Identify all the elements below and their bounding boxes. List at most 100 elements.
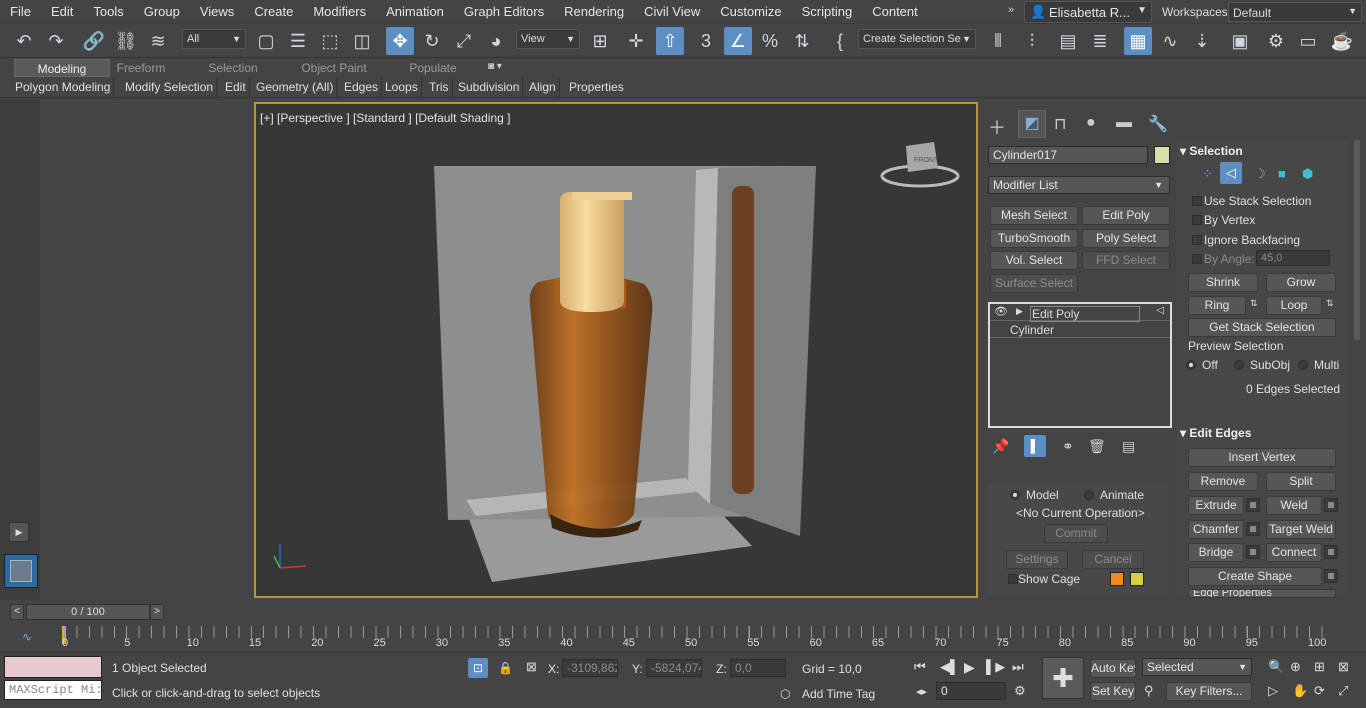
border-mode-icon[interactable]: ☽ [1254,166,1266,182]
vol-select-button[interactable]: Vol. Select [990,251,1078,270]
tab-populate[interactable]: Populate [404,59,462,77]
pivot-point-icon[interactable]: ⊞ [586,27,614,55]
ribbon-loops[interactable]: Loops [382,78,422,97]
track-bar[interactable]: ∿ 0 5 10 15 20 25 30 35 40 45 50 55 60 65 70 75 80 85 90 95… [0,622,1366,652]
workspace-select[interactable]: Default ▼ [1228,2,1362,22]
menu-create[interactable]: Create [244,0,303,24]
previous-frame-icon[interactable]: ◀▌ [940,659,959,675]
view-cube[interactable]: FRONT [880,142,960,188]
menu-rendering[interactable]: Rendering [554,0,634,24]
modify-tab-icon[interactable]: ◩ [1018,110,1046,138]
ribbon-polygon-modeling[interactable]: Polygon Modeling [12,78,115,97]
shrink-button[interactable]: Shrink [1188,273,1258,292]
select-and-rotate-icon[interactable]: ↻ [418,27,446,55]
eye-icon[interactable]: 👁 [994,305,1008,318]
expand-panel-button[interactable]: ▶ [9,522,29,542]
add-time-tag-button[interactable]: Add Time Tag [802,687,875,701]
select-by-name-icon[interactable]: ☰ [284,27,312,55]
z-coordinate-field[interactable]: 0,0 [730,659,786,677]
layer-explorer-icon[interactable]: ≣ [1086,27,1114,55]
menu-customize[interactable]: Customize [710,0,791,24]
render-production-icon[interactable]: ☕ [1328,27,1356,55]
manipulate-icon[interactable]: ✛ [622,27,650,55]
menu-tools[interactable]: Tools [83,0,133,24]
zoom-icon[interactable]: 🔍 [1268,659,1284,675]
weld-button[interactable]: Weld [1266,496,1322,515]
stack-item-edit-poly[interactable]: 👁 ▶ Edit Poly ◁ [990,305,1170,322]
preview-multi-radio[interactable] [1298,360,1308,370]
set-keys-icon[interactable]: ✚ [1042,657,1084,699]
rendered-frame-window-icon[interactable]: ▭ [1294,27,1322,55]
make-unique-icon[interactable]: ⚭ [1062,438,1074,455]
poly-select-button[interactable]: Poly Select [1082,229,1170,248]
angle-snap-icon[interactable]: ∠ [724,27,752,55]
prev-frame-button[interactable]: < [10,604,24,620]
menu-graph-editors[interactable]: Graph Editors [454,0,554,24]
auto-key-button[interactable]: Auto Key [1090,659,1136,678]
object-color-swatch[interactable] [1154,146,1170,164]
mesh-select-button[interactable]: Mesh Select [990,206,1078,225]
maximize-viewport-icon[interactable]: ⤢ [1338,683,1348,699]
select-and-move-icon[interactable]: ✥ [386,27,414,55]
by-vertex-checkbox[interactable] [1192,215,1202,225]
render-setup-icon[interactable]: ⚙ [1262,27,1290,55]
ribbon-subdivision[interactable]: Subdivision [455,78,524,97]
zoom-extents-icon[interactable]: ⊞ [1314,659,1325,675]
window-crossing-icon[interactable]: ◫ [348,27,376,55]
connect-button[interactable]: Connect [1266,543,1322,562]
create-shape-settings-icon[interactable] [1324,569,1338,583]
edit-edges-rollout-title[interactable]: ▾ Edit Edges [1180,426,1251,440]
menu-modifiers[interactable]: Modifiers [303,0,376,24]
edge-mode-icon[interactable]: ◁ [1220,162,1242,184]
user-account-button[interactable]: 👤 Elisabetta R... ▼ [1024,1,1152,23]
zoom-all-icon[interactable]: ⊕ [1290,659,1301,675]
key-mode-toggle-icon[interactable]: ◂▸ [916,685,927,698]
menu-civil-view[interactable]: Civil View [634,0,710,24]
chamfer-button[interactable]: Chamfer [1188,520,1244,539]
material-editor-icon[interactable]: ▣ [1226,27,1254,55]
configure-modifier-sets-icon[interactable]: ▤ [1122,438,1135,455]
mirror-icon[interactable]: ⫴ [984,27,1012,55]
selection-rollout-title[interactable]: ▾ Selection [1180,144,1243,158]
ring-button[interactable]: Ring [1188,296,1246,315]
preview-subobj-radio[interactable] [1234,360,1244,370]
get-stack-selection-button[interactable]: Get Stack Selection [1188,318,1336,337]
x-coordinate-field[interactable]: -3109,862 [562,659,618,677]
utilities-tab-icon[interactable]: 🔧 [1148,114,1168,134]
by-angle-spinner[interactable]: 45,0 [1256,250,1330,266]
tab-freeform[interactable]: Freeform [112,59,170,77]
ignore-backfacing-checkbox[interactable] [1192,235,1202,245]
field-of-view-icon[interactable]: ▷ [1268,683,1278,699]
pin-stack-icon[interactable]: 📌 [992,438,1009,455]
cancel-button[interactable]: Cancel [1082,550,1144,569]
weld-settings-icon[interactable] [1324,498,1338,512]
spinner-snap-icon[interactable]: ⇅ [788,27,816,55]
pan-icon[interactable]: ✋ [1292,683,1308,699]
set-key-button[interactable]: Set Key [1090,682,1136,701]
key-filters-button[interactable]: Key Filters... [1166,682,1252,701]
vertex-mode-icon[interactable]: ⁘ [1202,166,1213,182]
keyboard-shortcut-override-icon[interactable]: ⇧ [656,27,684,55]
snaps-toggle-icon[interactable]: 3 [692,27,720,55]
chamfer-settings-icon[interactable] [1246,522,1260,536]
ribbon-tris[interactable]: Tris [426,78,453,97]
extrude-button[interactable]: Extrude [1188,496,1244,515]
command-panel-scrollbar[interactable] [1354,140,1360,340]
animate-radio[interactable] [1084,490,1094,500]
ribbon-edges[interactable]: Edges [341,78,383,97]
menu-edit[interactable]: Edit [41,0,83,24]
turbosmooth-button[interactable]: TurboSmooth [990,229,1078,248]
ribbon-toggle-icon[interactable]: ▦ [1124,27,1152,55]
go-to-start-icon[interactable]: ⏮ [914,659,926,675]
expand-arrow-icon[interactable]: ▶ [1016,306,1023,317]
maxscript-mini-listener[interactable]: MAXScript Mi: [4,680,102,700]
hierarchy-tab-icon[interactable]: ⊓ [1054,114,1066,134]
menu-views[interactable]: Views [190,0,244,24]
modifier-list-select[interactable]: Modifier List ▼ [988,176,1170,194]
bind-space-warp-icon[interactable]: ≋ [144,27,172,55]
menu-scripting[interactable]: Scripting [792,0,863,24]
rect-selection-region-icon[interactable]: ⬚ [316,27,344,55]
next-frame-icon[interactable]: ▌▶ [986,659,1005,675]
select-and-scale-icon[interactable]: ⤢ [450,27,478,55]
perspective-viewport[interactable]: [+] [Perspective ] [Standard ] [Default … [254,102,978,598]
